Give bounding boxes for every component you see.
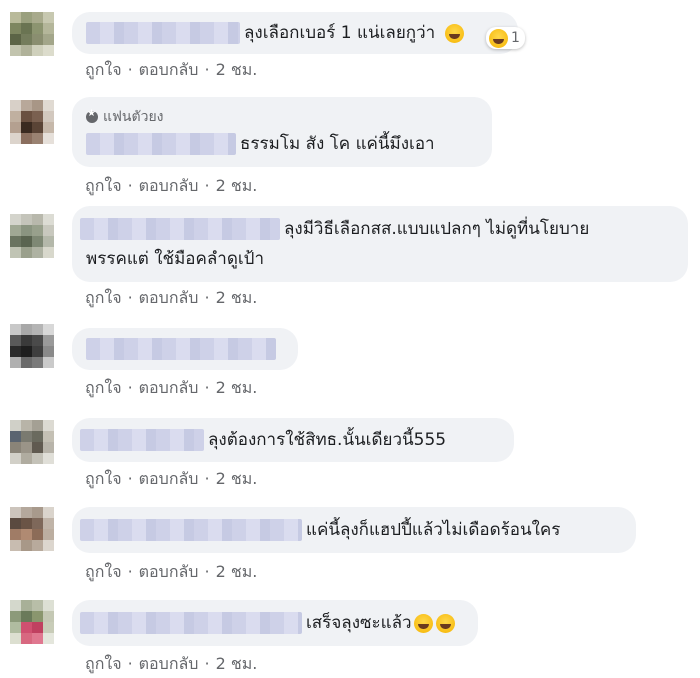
avatar[interactable] <box>10 100 54 144</box>
reply-button[interactable]: ตอบกลับ <box>139 176 199 195</box>
like-button[interactable]: ถูกใจ <box>85 378 122 397</box>
timestamp[interactable]: 2 ชม. <box>216 378 258 397</box>
comment-bubble: เสร็จลุงซะแล้ว <box>72 600 478 646</box>
reply-button[interactable]: ตอบกลับ <box>139 654 199 673</box>
comment-text: ธรรมโม สัง โค แค่นี้มึงเอา <box>240 134 435 154</box>
like-button[interactable]: ถูกใจ <box>85 562 122 581</box>
comment-text: ลุงเลือกเบอร์ 1 แน่เลยกูว่า <box>244 23 436 43</box>
comment-text: ลุงต้องการใช้สิทธ.นั้นเดียวนี้555 <box>208 430 447 450</box>
separator: · <box>204 288 210 307</box>
separator: · <box>204 562 210 581</box>
reply-button[interactable]: ตอบกลับ <box>139 469 199 488</box>
laughing-emoji-icon <box>489 28 508 48</box>
top-fan-badge: แฟนตัวยง <box>86 106 164 128</box>
commenter-name-blurred[interactable] <box>86 338 276 360</box>
separator: · <box>204 176 210 195</box>
comment-actions: ถูกใจ · ตอบกลับ · 2 ชม. <box>85 58 257 83</box>
laughing-tears-emoji-icon <box>435 613 455 633</box>
star-badge-icon <box>86 108 98 123</box>
comment-actions: ถูกใจ · ตอบกลับ · 2 ชม. <box>85 174 257 199</box>
separator: · <box>127 654 133 673</box>
comment-bubble: แค่นี้ลุงก็แฮปปี้แล้วไม่เดือดร้อนใคร <box>72 507 636 553</box>
avatar[interactable] <box>10 600 54 644</box>
comment-actions: ถูกใจ · ตอบกลับ · 2 ชม. <box>85 652 257 677</box>
commenter-name-blurred[interactable] <box>80 429 204 451</box>
avatar[interactable] <box>10 324 54 368</box>
like-button[interactable]: ถูกใจ <box>85 654 122 673</box>
timestamp[interactable]: 2 ชม. <box>216 60 258 79</box>
laughing-emoji-icon <box>445 23 465 43</box>
comment-bubble: ลุงมีวิธีเลือกสส.แบบแปลกๆ ไม่ดูที่นโยบาย… <box>72 206 688 282</box>
reply-button[interactable]: ตอบกลับ <box>139 378 199 397</box>
commenter-name-blurred[interactable] <box>80 218 280 240</box>
comment-bubble: ลุงเลือกเบอร์ 1 แน่เลยกูว่า <box>72 12 518 54</box>
comment-text-line-2: พรรคแต่ ใช้มือคลำดูเป้า <box>86 249 265 269</box>
reply-button[interactable]: ตอบกลับ <box>139 562 199 581</box>
separator: · <box>204 654 210 673</box>
separator: · <box>127 60 133 79</box>
avatar[interactable] <box>10 507 54 551</box>
like-button[interactable]: ถูกใจ <box>85 176 122 195</box>
avatar[interactable] <box>10 214 54 258</box>
separator: · <box>204 469 210 488</box>
reaction-count: 1 <box>511 30 520 46</box>
separator: · <box>127 378 133 397</box>
reply-button[interactable]: ตอบกลับ <box>139 60 199 79</box>
comment-text-line-1: ลุงมีวิธีเลือกสส.แบบแปลกๆ ไม่ดูที่นโยบาย <box>284 219 590 239</box>
badge-label: แฟนตัวยง <box>103 109 164 125</box>
separator: · <box>127 469 133 488</box>
comment-actions: ถูกใจ · ตอบกลับ · 2 ชม. <box>85 467 257 492</box>
separator: · <box>204 60 210 79</box>
comment-bubble <box>72 328 298 370</box>
commenter-name-blurred[interactable] <box>86 133 236 155</box>
commenter-name-blurred[interactable] <box>80 612 302 634</box>
comment-bubble: แฟนตัวยง ธรรมโม สัง โค แค่นี้มึงเอา <box>72 97 492 167</box>
comment-actions: ถูกใจ · ตอบกลับ · 2 ชม. <box>85 560 257 585</box>
timestamp[interactable]: 2 ชม. <box>216 176 258 195</box>
avatar[interactable] <box>10 420 54 464</box>
like-button[interactable]: ถูกใจ <box>85 288 122 307</box>
commenter-name-blurred[interactable] <box>80 519 302 541</box>
timestamp[interactable]: 2 ชม. <box>216 288 258 307</box>
reply-button[interactable]: ตอบกลับ <box>139 288 199 307</box>
timestamp[interactable]: 2 ชม. <box>216 562 258 581</box>
comment-text: เสร็จลุงซะแล้ว <box>306 613 412 633</box>
separator: · <box>127 176 133 195</box>
commenter-name-blurred[interactable] <box>86 22 240 44</box>
avatar[interactable] <box>10 12 54 56</box>
timestamp[interactable]: 2 ชม. <box>216 469 258 488</box>
like-button[interactable]: ถูกใจ <box>85 60 122 79</box>
comment-actions: ถูกใจ · ตอบกลับ · 2 ชม. <box>85 286 257 311</box>
comment-actions: ถูกใจ · ตอบกลับ · 2 ชม. <box>85 376 257 401</box>
comment-bubble: ลุงต้องการใช้สิทธ.นั้นเดียวนี้555 <box>72 418 514 462</box>
like-button[interactable]: ถูกใจ <box>85 469 122 488</box>
laughing-tears-emoji-icon <box>413 613 433 633</box>
timestamp[interactable]: 2 ชม. <box>216 654 258 673</box>
comment-text: แค่นี้ลุงก็แฮปปี้แล้วไม่เดือดร้อนใคร <box>306 520 561 540</box>
reaction-badge[interactable]: 1 <box>486 27 525 49</box>
separator: · <box>127 562 133 581</box>
separator: · <box>127 288 133 307</box>
separator: · <box>204 378 210 397</box>
